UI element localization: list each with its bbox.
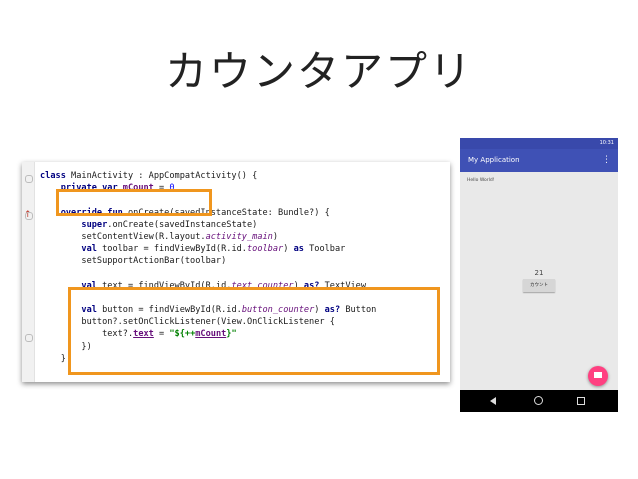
code-token: } [40,353,66,364]
fold-marker-icon[interactable] [25,212,33,220]
code-line: setContentView(R.layout.activity_main) [40,231,376,243]
home-icon[interactable] [534,396,543,405]
overflow-menu-icon[interactable]: ⋮ [602,149,611,172]
code-token: as [293,244,310,255]
code-token: setSupportActionBar(toolbar) [40,256,227,267]
code-token: setContentView(R.layout. [40,231,206,242]
slide-title: カウンタアプリ [164,47,473,96]
mail-icon [594,372,602,378]
status-time: 10:31 [599,140,614,146]
highlight-box-mcount [56,189,212,216]
code-token: super [81,219,108,230]
code-token: toolbar [246,244,284,255]
fold-marker-icon[interactable] [25,175,33,183]
code-token: val [81,244,103,255]
count-button[interactable]: カウント [523,279,555,292]
recents-icon[interactable] [577,397,585,405]
fab-button[interactable] [588,366,608,386]
code-token: activity_main [205,231,273,242]
code-token: MainActivity : AppCompatActivity() { [71,171,258,181]
code-token: class [40,171,72,181]
app-title: My Application [468,156,520,164]
code-token: Toolbar [309,244,346,255]
code-line: super.onCreate(savedInstanceState) [40,219,376,231]
editor-gutter [22,162,35,382]
code-line: class MainActivity : AppCompatActivity()… [40,170,376,182]
fold-marker-icon[interactable] [25,334,33,342]
nav-bar [460,390,618,412]
code-token: ) [283,244,294,255]
code-token: ) [272,231,279,242]
code-line: val toolbar = findViewById(R.id.toolbar)… [40,243,376,255]
app-bar: My Application ⋮ [460,149,618,172]
code-line: setSupportActionBar(toolbar) [40,255,376,267]
counter-value: 21 [534,269,544,277]
phone-screenshot: 10:31 My Application ⋮ Hello World! 21 カ… [460,138,618,412]
hello-text: Hello World! [467,178,495,183]
code-token: toolbar = findViewById(R.id. [102,244,247,255]
code-editor[interactable]: ↑ class MainActivity : AppCompatActivity… [22,162,450,382]
back-icon[interactable] [490,397,496,405]
code-token: .onCreate(savedInstanceState) [107,219,258,230]
status-bar: 10:31 [460,138,618,149]
highlight-box-listener [68,287,440,375]
